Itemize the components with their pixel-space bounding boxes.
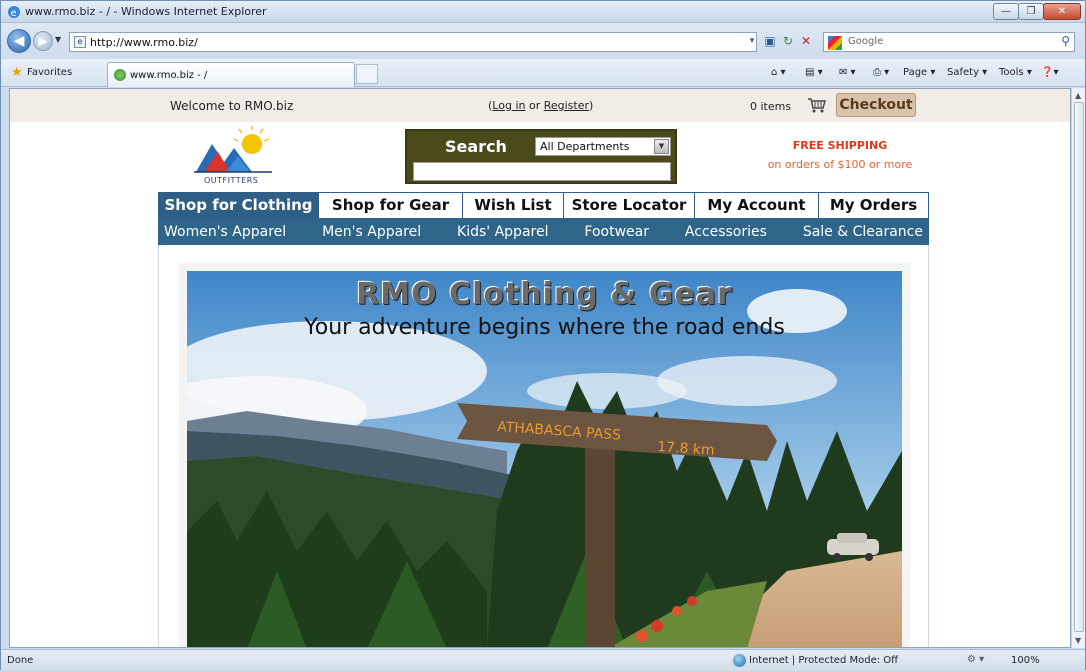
logo-mountain-icon [194,126,272,173]
checkout-button[interactable]: Checkout [836,93,916,117]
search-provider-box[interactable]: Google ⚲ [823,32,1075,52]
cart-item-count: 0 items [750,100,792,113]
department-select[interactable]: All Departments ▼ [535,137,671,156]
close-button[interactable]: ✕ [1043,3,1081,20]
search-icon[interactable]: ⚲ [1061,34,1070,48]
nav-store-locator[interactable]: Store Locator [564,193,695,218]
subnav-sale-clearance[interactable]: Sale & Clearance [803,219,923,245]
shopping-cart-icon[interactable] [807,97,827,113]
subnav-footwear[interactable]: Footwear [584,219,649,245]
page-viewport: Welcome to RMO.biz (Log in or Register) … [9,88,1071,648]
hero-tagline: Your adventure begins where the road end… [304,315,785,340]
google-icon [828,36,842,50]
settings-icon[interactable]: ⚙ ▾ [967,654,984,665]
browser-window: e www.rmo.biz - / - Windows Internet Exp… [0,0,1086,671]
site-search-box: Search All Departments ▼ [405,129,677,184]
window-title: www.rmo.biz - / - Windows Internet Explo… [25,5,267,18]
mail-icon[interactable]: ✉ ▾ [839,67,856,78]
subnav-womens-apparel[interactable]: Women's Apparel [164,219,286,245]
home-icon[interactable]: ⌂ ▾ [771,67,786,78]
scroll-up-icon[interactable]: ▲ [1075,91,1081,100]
address-url[interactable]: http://www.rmo.biz/ [90,36,198,49]
tools-menu[interactable]: Tools ▾ [999,67,1032,78]
feeds-icon[interactable]: ▤ ▾ [805,67,823,78]
subnav-kids-apparel[interactable]: Kids' Apparel [457,219,548,245]
hero-banner[interactable]: ATHABASCA PASS 17.8 km RMO Clothing & Ge… [179,263,910,647]
status-text: Done [7,655,34,666]
stop-icon[interactable]: ✕ [797,32,815,52]
logo-text: OUTFITTERS [204,176,259,185]
department-selected: All Departments [540,140,630,153]
favorites-bar: ★ Favorites www.rmo.biz - / ⌂ ▾ ▤ ▾ ✉ ▾ … [1,59,1085,87]
chevron-down-icon[interactable]: ▼ [654,139,669,154]
forward-button[interactable]: ▶ [33,31,53,51]
help-menu[interactable]: ❓▾ [1041,67,1058,78]
address-bar[interactable]: e http://www.rmo.biz/ [69,32,757,52]
internet-zone-icon [733,654,746,667]
recent-pages-dropdown[interactable]: ▼ [55,35,61,44]
address-row: ◀ ▶ ▼ e http://www.rmo.biz/ ▾ ▣ ↻ ✕ Goog… [1,23,1085,59]
back-button[interactable]: ◀ [7,29,31,53]
minimize-button[interactable]: — [993,3,1019,20]
nav-shop-for-gear[interactable]: Shop for Gear [319,193,463,218]
nav-my-account[interactable]: My Account [695,193,819,218]
print-icon[interactable]: ⎙ ▾ [873,67,889,78]
safety-menu[interactable]: Safety ▾ [947,67,987,78]
hero-title: RMO Clothing & Gear [356,277,733,312]
page-menu[interactable]: Page ▾ [903,67,935,78]
tab-site-icon [114,69,126,81]
main-nav: Shop for Clothing Shop for Gear Wish Lis… [158,192,929,219]
compatibility-view-icon[interactable]: ▣ [761,32,779,52]
login-register: (Log in or Register) [488,99,594,112]
svg-text:e: e [11,8,17,19]
search-label: Search [445,137,507,156]
nav-shop-for-clothing[interactable]: Shop for Clothing [159,193,319,218]
free-shipping-note: on orders of $100 or more [767,158,913,171]
vertical-scrollbar[interactable]: ▲ ▼ [1071,88,1085,648]
new-tab-button[interactable] [356,64,378,84]
free-shipping-title: FREE SHIPPING [792,139,888,152]
login-or-text: or [525,99,544,112]
login-link[interactable]: Log in [492,99,525,112]
scrollbar-thumb[interactable] [1074,102,1084,632]
free-shipping-banner: FREE SHIPPING on orders of $100 or more [760,139,920,171]
security-zone-text[interactable]: Internet | Protected Mode: Off [749,655,898,666]
title-bar: e www.rmo.biz - / - Windows Internet Exp… [1,1,1085,23]
refresh-icon[interactable]: ↻ [779,32,797,52]
subnav-mens-apparel[interactable]: Men's Apparel [322,219,421,245]
scroll-down-icon[interactable]: ▼ [1075,636,1081,645]
address-dropdown-icon[interactable]: ▾ [743,32,761,52]
register-link[interactable]: Register [544,99,589,112]
tab-label: www.rmo.biz - / [130,70,208,81]
favorites-star-icon[interactable]: ★ [11,65,23,80]
status-bar: Done Internet | Protected Mode: Off ⚙ ▾ … [1,649,1085,671]
search-provider-placeholder[interactable]: Google [848,36,883,47]
favorites-button[interactable]: Favorites [27,67,72,78]
welcome-text: Welcome to RMO.biz [170,99,294,113]
maximize-button[interactable]: ❐ [1018,3,1044,20]
ie-logo-icon: e [8,6,20,19]
page-icon: e [74,36,86,48]
nav-my-orders[interactable]: My Orders [819,193,928,218]
nav-wish-list[interactable]: Wish List [463,193,564,218]
hero-section: ATHABASCA PASS 17.8 km RMO Clothing & Ge… [158,245,929,647]
sub-nav: Women's Apparel Men's Apparel Kids' Appa… [158,219,929,245]
rmo-logo[interactable]: OUTFITTERS [194,126,274,188]
subnav-accessories[interactable]: Accessories [685,219,767,245]
zoom-level[interactable]: 100% [1011,655,1040,666]
site-search-input[interactable] [413,162,671,181]
browser-tab[interactable]: www.rmo.biz - / [107,62,355,87]
site-top-strip: Welcome to RMO.biz (Log in or Register) … [10,89,1070,122]
